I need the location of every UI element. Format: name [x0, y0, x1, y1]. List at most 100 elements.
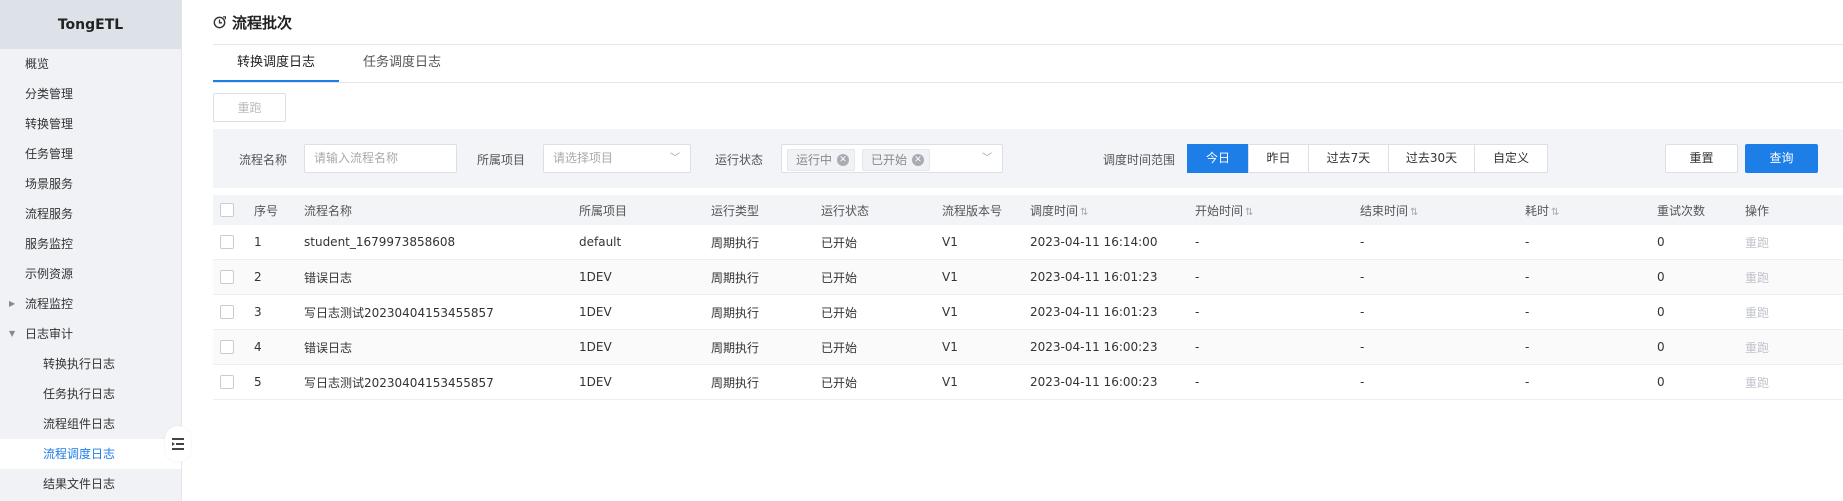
cell-version: V1	[942, 294, 1030, 330]
project-select[interactable]: 请选择项目 ﹀	[543, 144, 691, 173]
sidebar-item-label: 日志审计	[25, 327, 74, 341]
sidebar-item-overview[interactable]: 概览	[0, 49, 181, 79]
page-title: 流程批次	[213, 11, 292, 33]
cell-retries: 0	[1657, 225, 1745, 260]
tab-bar: 转换调度日志 任务调度日志	[213, 46, 465, 82]
cell-name: student_1679973858608	[304, 225, 579, 260]
range-label: 调度时间范围	[1103, 153, 1176, 167]
row-rerun-link[interactable]: 重跑	[1745, 376, 1769, 390]
col-header-version: 流程版本号	[942, 195, 1030, 225]
range-yesterday-button[interactable]: 昨日	[1248, 144, 1309, 173]
col-header-schedule-time[interactable]: 调度时间 ⇅	[1030, 195, 1195, 225]
col-header-label: 开始时间	[1195, 203, 1244, 218]
table-row: 1 student_1679973858608 default 周期执行 已开始…	[213, 225, 1843, 260]
row-checkbox[interactable]	[220, 375, 234, 390]
sidebar-item-sample-resources[interactable]: 示例资源	[0, 259, 181, 289]
row-rerun-link[interactable]: 重跑	[1745, 306, 1769, 320]
sidebar-item-category-management[interactable]: 分类管理	[0, 79, 181, 109]
row-checkbox[interactable]	[220, 305, 234, 320]
cell-project: default	[579, 225, 711, 260]
range-today-button[interactable]: 今日	[1187, 144, 1249, 173]
range-button-group: 今日 昨日 过去7天 过去30天 自定义	[1187, 144, 1548, 173]
status-tag: 已开始 ✕	[862, 149, 931, 171]
cell-retries: 0	[1657, 364, 1745, 400]
sidebar-item-task-exec-log[interactable]: 任务执行日志	[0, 379, 181, 409]
status-label: 运行状态	[715, 153, 764, 167]
cell-action: 重跑	[1745, 364, 1843, 400]
chevron-down-icon: ﹀	[670, 153, 680, 164]
cell-project: 1DEV	[579, 364, 711, 400]
sidebar-item-transform-management[interactable]: 转换管理	[0, 109, 181, 139]
close-icon[interactable]: ✕	[912, 154, 925, 166]
sort-icon[interactable]: ⇅	[1080, 207, 1088, 218]
row-checkbox[interactable]	[220, 340, 234, 355]
cell-start-time: -	[1195, 294, 1360, 330]
cell-index: 4	[254, 329, 304, 365]
sidebar-item-label: 服务监控	[25, 237, 74, 251]
sidebar-item-service-monitor[interactable]: 服务监控	[0, 229, 181, 259]
sort-icon[interactable]: ⇅	[1410, 207, 1418, 218]
cell-name: 写日志测试20230404153455857	[304, 294, 579, 330]
close-icon[interactable]: ✕	[837, 154, 850, 166]
sort-icon[interactable]: ⇅	[1245, 207, 1253, 218]
cell-schedule-time: 2023-04-11 16:01:23	[1030, 294, 1195, 330]
cell-start-time: -	[1195, 329, 1360, 365]
row-checkbox[interactable]	[220, 235, 234, 250]
cell-version: V1	[942, 364, 1030, 400]
cell-schedule-time: 2023-04-11 16:00:23	[1030, 364, 1195, 400]
col-header-start-time[interactable]: 开始时间 ⇅	[1195, 195, 1360, 225]
col-header-duration[interactable]: 耗时 ⇅	[1525, 195, 1657, 225]
main-content: 流程批次 转换调度日志 任务调度日志 重跑 流程名称 请输入流程名称 所属项目 …	[213, 0, 1843, 501]
cell-end-time: -	[1360, 364, 1525, 400]
col-header-status: 运行状态	[821, 195, 942, 225]
brand-logo: TongETL	[0, 0, 181, 49]
tab-transform-schedule-log[interactable]: 转换调度日志	[213, 46, 340, 82]
cell-end-time: -	[1360, 225, 1525, 260]
select-all-checkbox[interactable]	[220, 203, 234, 218]
cell-end-time: -	[1360, 329, 1525, 365]
cell-duration: -	[1525, 294, 1657, 330]
status-select[interactable]: 运行中 ✕ 已开始 ✕ ﹀	[781, 144, 1003, 173]
rerun-button[interactable]: 重跑	[213, 93, 286, 122]
cell-duration: -	[1525, 364, 1657, 400]
sidebar-item-result-file-log[interactable]: 结果文件日志	[0, 469, 181, 499]
row-select-cell	[213, 225, 254, 260]
row-rerun-link[interactable]: 重跑	[1745, 236, 1769, 250]
range-custom-button[interactable]: 自定义	[1474, 144, 1548, 173]
row-select-cell	[213, 329, 254, 365]
cell-retries: 0	[1657, 294, 1745, 330]
range-7days-button[interactable]: 过去7天	[1308, 144, 1389, 173]
cell-name: 错误日志	[304, 329, 579, 365]
sidebar-item-flow-component-log[interactable]: 流程组件日志	[0, 409, 181, 439]
project-label: 所属项目	[477, 153, 526, 167]
table-row: 4 错误日志 1DEV 周期执行 已开始 V1 2023-04-11 16:00…	[213, 329, 1843, 365]
row-rerun-link[interactable]: 重跑	[1745, 271, 1769, 285]
sidebar-item-task-management[interactable]: 任务管理	[0, 139, 181, 169]
cell-action: 重跑	[1745, 259, 1843, 295]
flow-name-input[interactable]: 请输入流程名称	[304, 144, 457, 173]
sidebar-item-log-audit[interactable]: ▼ 日志审计	[0, 319, 181, 349]
sidebar-item-transform-exec-log[interactable]: 转换执行日志	[0, 349, 181, 379]
sidebar-item-flow-monitor[interactable]: ▶ 流程监控	[0, 289, 181, 319]
reset-button[interactable]: 重置	[1665, 144, 1738, 173]
caret-right-icon: ▶	[9, 299, 16, 308]
sidebar-item-label: 概览	[25, 57, 50, 71]
cell-start-time: -	[1195, 364, 1360, 400]
range-30days-button[interactable]: 过去30天	[1388, 144, 1475, 173]
sidebar-item-flow-service[interactable]: 流程服务	[0, 199, 181, 229]
row-rerun-link[interactable]: 重跑	[1745, 341, 1769, 355]
sidebar-item-label: 结果文件日志	[43, 477, 116, 491]
chevron-down-icon: ﹀	[982, 153, 992, 164]
col-header-name: 流程名称	[304, 195, 579, 225]
cell-duration: -	[1525, 259, 1657, 295]
col-header-end-time[interactable]: 结束时间 ⇅	[1360, 195, 1525, 225]
sort-icon[interactable]: ⇅	[1551, 207, 1559, 218]
query-button[interactable]: 查询	[1745, 144, 1818, 173]
tab-task-schedule-log[interactable]: 任务调度日志	[339, 46, 465, 82]
row-checkbox[interactable]	[220, 270, 234, 285]
col-header-label: 耗时	[1525, 203, 1550, 218]
sidebar-collapse-button[interactable]	[165, 426, 191, 462]
sidebar-item-scene-service[interactable]: 场景服务	[0, 169, 181, 199]
row-select-cell	[213, 259, 254, 295]
sidebar-item-flow-schedule-log[interactable]: 流程调度日志	[0, 439, 181, 469]
